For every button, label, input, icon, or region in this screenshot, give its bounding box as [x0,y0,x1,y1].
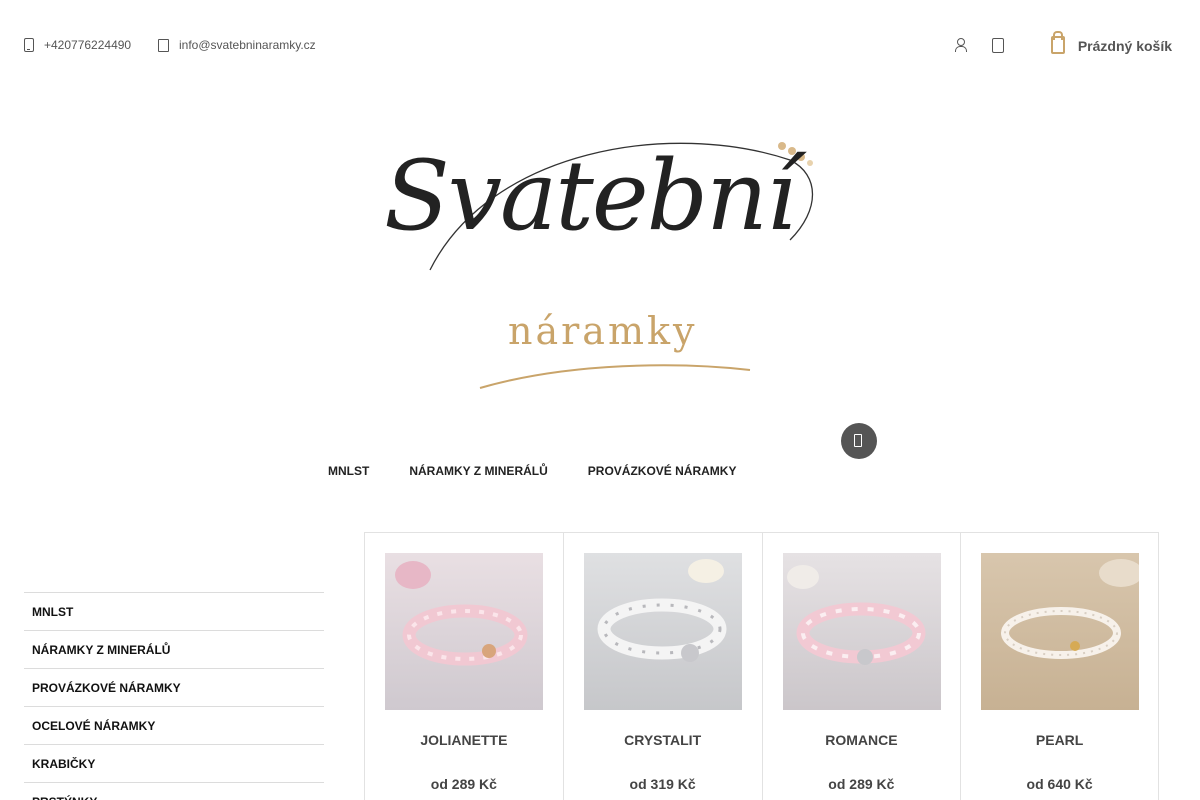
bag-icon [1050,31,1065,54]
nav-item-provazkove-naramky[interactable]: PROVÁZKOVÉ NÁRAMKY [568,464,757,478]
envelope-icon [158,38,169,52]
email-contact[interactable]: info@svatebninaramky.cz [158,38,316,52]
sidebar-item-ocelove-naramky[interactable]: OCELOVÉ NÁRAMKY [24,706,324,744]
product-card[interactable]: ROMANCE od 289 Kč [761,533,961,800]
category-sidebar: MNLST NÁRAMKY Z MINERÁLŮ PROVÁZKOVÉ NÁRA… [24,592,324,800]
main-navigation: MNLST NÁRAMKY Z MINERÁLŮ PROVÁZKOVÉ NÁRA… [308,464,756,478]
product-price: od 289 Kč [828,776,895,792]
product-grid: JOLIANETTE od 289 Kč CRYSTALIT od 319 Kč [364,532,1159,800]
logo-script-text: Svatební [384,140,797,252]
nav-item-mnlst[interactable]: MNLST [308,464,389,478]
top-bar: +420776224490 info@svatebninaramky.cz Pr… [0,0,1200,90]
product-image[interactable] [385,553,543,710]
product-name[interactable]: ROMANCE [763,732,961,748]
nav-item-naramky-z-mineralu[interactable]: NÁRAMKY Z MINERÁLŮ [389,464,567,478]
sidebar-item-prstynky[interactable]: PRSTÝNKY [24,782,324,800]
heart-icon[interactable] [991,37,1004,53]
product-price: od 640 Kč [1026,776,1093,792]
sidebar-item-naramky-z-mineralu[interactable]: NÁRAMKY Z MINERÁLŮ [24,630,324,668]
sidebar-item-krabicky[interactable]: KRABIČKY [24,744,324,782]
product-card[interactable]: CRYSTALIT od 319 Kč [562,533,762,800]
phone-icon [24,38,34,52]
product-image[interactable] [583,553,742,710]
product-image[interactable] [981,553,1140,710]
cart-label[interactable]: Prázdný košík [1078,38,1172,54]
sidebar-item-provazkove-naramky[interactable]: PROVÁZKOVÉ NÁRAMKY [24,668,324,706]
logo-subtitle: náramky [508,309,698,353]
product-name[interactable]: CRYSTALIT [564,732,762,748]
phone-contact[interactable]: +420776224490 [24,38,131,52]
product-price: od 289 Kč [430,776,497,792]
product-price: od 319 Kč [629,776,696,792]
product-card[interactable]: PEARL od 640 Kč [960,533,1159,800]
site-logo[interactable]: Svatební náramky [370,130,830,400]
product-name[interactable]: JOLIANETTE [365,732,563,748]
product-name[interactable]: PEARL [961,732,1158,748]
product-card[interactable]: JOLIANETTE od 289 Kč [364,533,563,800]
phone-number[interactable]: +420776224490 [44,38,131,52]
sidebar-item-mnlst[interactable]: MNLST [24,592,324,630]
search-button[interactable] [841,423,877,459]
product-image[interactable] [782,553,941,710]
cart-button[interactable]: Prázdný košík [1050,30,1172,54]
user-icon[interactable] [954,37,967,53]
email-address[interactable]: info@svatebninaramky.cz [179,38,316,52]
